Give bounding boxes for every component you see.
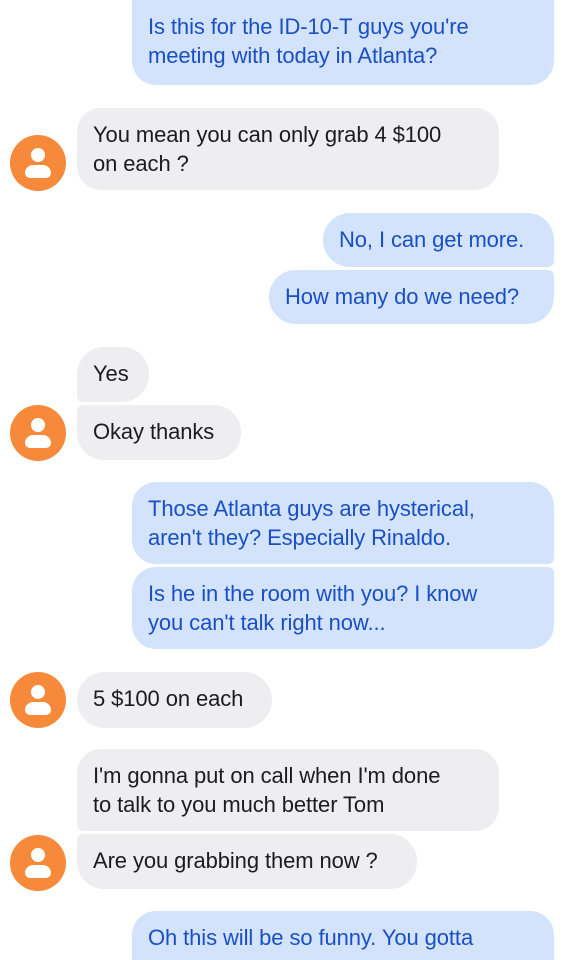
message-bubble-incoming[interactable]: 5 $100 on each: [77, 672, 272, 728]
message-bubble-incoming[interactable]: Yes: [77, 347, 149, 402]
contact-avatar[interactable]: [10, 135, 66, 191]
message-bubble-outgoing[interactable]: How many do we need?: [269, 270, 554, 324]
message-bubble-outgoing[interactable]: Oh this will be so funny. You gotta: [132, 911, 554, 960]
contact-avatar[interactable]: [10, 405, 66, 461]
message-bubble-incoming[interactable]: You mean you can only grab 4 $100 on eac…: [77, 108, 499, 190]
contact-avatar[interactable]: [10, 672, 66, 728]
person-icon: [31, 685, 45, 699]
person-icon-body: [25, 435, 51, 448]
message-bubble-outgoing[interactable]: Is he in the room with you? I know you c…: [132, 567, 554, 649]
person-icon-body: [25, 165, 51, 178]
message-bubble-incoming[interactable]: I'm gonna put on call when I'm done to t…: [77, 749, 499, 831]
person-icon-body: [25, 702, 51, 715]
message-bubble-incoming[interactable]: Are you grabbing them now ?: [77, 834, 417, 889]
person-icon: [31, 848, 45, 862]
message-bubble-incoming[interactable]: Okay thanks: [77, 405, 241, 460]
message-bubble-outgoing[interactable]: No, I can get more.: [323, 213, 554, 267]
person-icon: [31, 418, 45, 432]
contact-avatar[interactable]: [10, 835, 66, 891]
message-bubble-outgoing[interactable]: Is this for the ID-10-T guys you're meet…: [132, 0, 554, 85]
person-icon: [31, 148, 45, 162]
message-bubble-outgoing[interactable]: Those Atlanta guys are hysterical, aren'…: [132, 482, 554, 564]
person-icon-body: [25, 865, 51, 878]
